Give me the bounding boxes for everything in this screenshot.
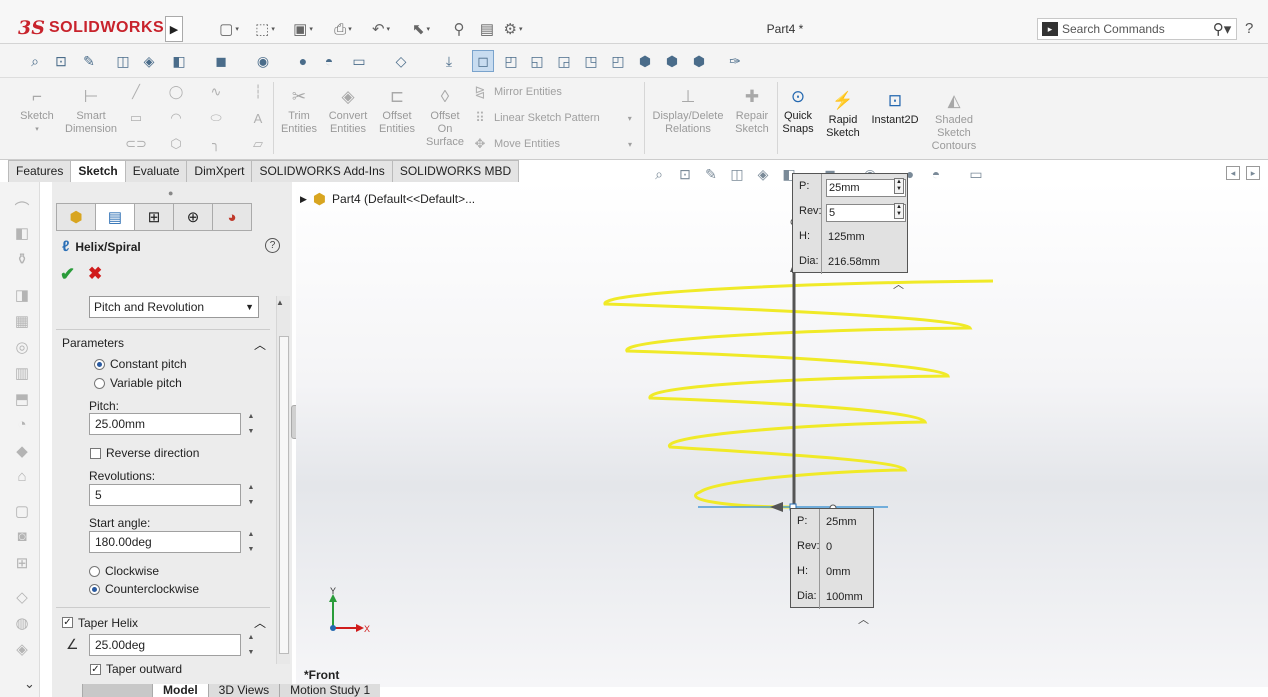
callout-diameter-row: Dia: 216.58mm bbox=[793, 249, 907, 274]
tab-scroll-arrows[interactable] bbox=[82, 684, 152, 697]
triad-origin bbox=[330, 625, 336, 631]
callout-collapse-caret-icon[interactable]: ︿ bbox=[858, 611, 869, 627]
triad-x-label: X bbox=[364, 624, 370, 634]
start-arrow-head bbox=[770, 502, 783, 512]
helix-preview[interactable]: Y X bbox=[0, 0, 1268, 697]
top-helix-callout[interactable]: P: 25mm ▲ ▼ Rev: 5 ▲ ▼ H: 125mm Dia: 216.5… bbox=[792, 173, 908, 274]
tab-3d-views[interactable]: 3D Views bbox=[207, 684, 279, 697]
triad-x-arrow bbox=[356, 624, 364, 632]
bottom-helix-callout[interactable]: P: 25mm Rev: 0 H: 0mm Dia: 100mm bbox=[790, 508, 874, 609]
bottom-tab-bar: Model 3D Views Motion Study 1 bbox=[82, 684, 381, 697]
triad-y-label: Y bbox=[330, 586, 336, 596]
tab-model[interactable]: Model bbox=[152, 684, 208, 697]
revolutions-spinner[interactable]: ▲ ▼ bbox=[894, 203, 904, 219]
callout-revolutions-row[interactable]: Rev: 5 ▲ ▼ bbox=[793, 199, 907, 224]
callout-pitch-row[interactable]: P: 25mm ▲ ▼ bbox=[793, 174, 907, 199]
pitch-spinner[interactable]: ▲ ▼ bbox=[894, 178, 904, 194]
tab-motion-study[interactable]: Motion Study 1 bbox=[279, 684, 380, 697]
view-name-label: *Front bbox=[304, 668, 340, 682]
callout-height-row: H: 125mm bbox=[793, 224, 907, 249]
helix-curve[interactable] bbox=[603, 279, 994, 509]
callout-collapse-caret-icon[interactable]: ︿ bbox=[893, 276, 904, 292]
